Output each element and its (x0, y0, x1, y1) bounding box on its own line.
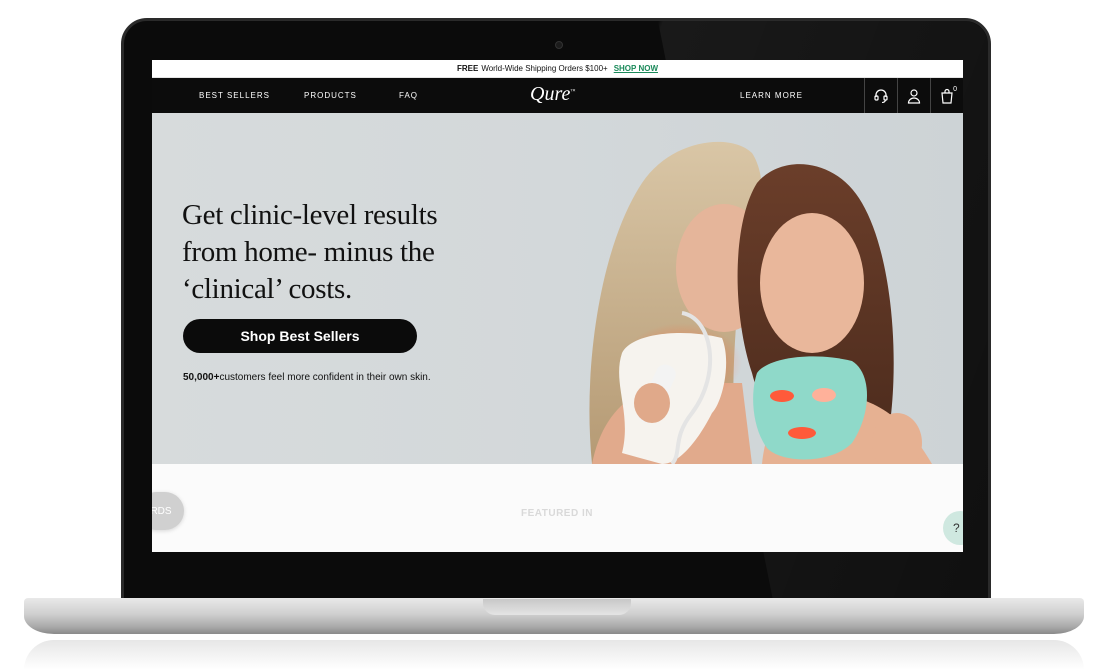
user-icon (907, 88, 921, 104)
headset-icon (874, 88, 888, 103)
shop-now-link[interactable]: SHOP NOW (614, 64, 658, 73)
announcement-bar: FREE World-Wide Shipping Orders $100+ SH… (152, 60, 963, 78)
mask-mouth (788, 427, 816, 439)
cart-count: 0 (953, 86, 957, 93)
account-button[interactable] (897, 78, 930, 113)
help-icon: ? (953, 521, 960, 535)
hero-title-line3: ‘clinical’ costs. (182, 273, 352, 305)
mask-eye-right (812, 388, 836, 402)
hero-title: Get clinic-level results from home- minu… (182, 197, 482, 308)
logo-text: Qure (530, 83, 571, 105)
webcam (555, 41, 563, 49)
model-right-face (760, 213, 864, 353)
nav-icon-group: 0 (864, 78, 963, 113)
screen: FREE World-Wide Shipping Orders $100+ SH… (152, 60, 963, 552)
hero-subtext: 50,000+customers feel more confident in … (183, 372, 431, 383)
face-mask (753, 356, 867, 460)
announcement-free: FREE (456, 64, 479, 73)
navbar: BEST SELLERS PRODUCTS FAQ Qure™ LEARN MO… (152, 78, 963, 113)
cart-button[interactable]: 0 (930, 78, 963, 113)
support-button[interactable] (864, 78, 897, 113)
shop-best-sellers-button[interactable]: Shop Best Sellers (183, 319, 417, 353)
featured-in-section: RDS FEATURED IN ? (152, 464, 963, 552)
laptop-notch (483, 599, 631, 615)
hero-title-line1: Get clinic-level results (182, 199, 438, 231)
model-left-hand (634, 383, 670, 423)
customer-count: 50,000+ (183, 372, 220, 383)
hero-photo (589, 141, 932, 464)
announcement-text: World-Wide Shipping Orders $100+ (481, 64, 608, 73)
logo-trademark: ™ (570, 89, 576, 95)
help-chat-button[interactable]: ? (943, 511, 963, 545)
laptop-reflection (24, 640, 1084, 670)
nav-learn-more[interactable]: LEARN MORE (740, 78, 803, 113)
hero-title-line2: from home- minus the (182, 236, 435, 268)
nav-best-sellers[interactable]: BEST SELLERS (199, 78, 270, 113)
rewards-tab[interactable]: RDS (152, 492, 184, 530)
hero-subtext-body: customers feel more confident in their o… (219, 372, 431, 383)
featured-in-label: FEATURED IN (521, 508, 593, 519)
mask-eye-left (770, 390, 794, 402)
brand-logo[interactable]: Qure™ (530, 83, 575, 106)
nav-products[interactable]: PRODUCTS (304, 78, 357, 113)
nav-faq[interactable]: FAQ (399, 78, 418, 113)
hero-banner: Get clinic-level results from home- minu… (152, 113, 963, 464)
